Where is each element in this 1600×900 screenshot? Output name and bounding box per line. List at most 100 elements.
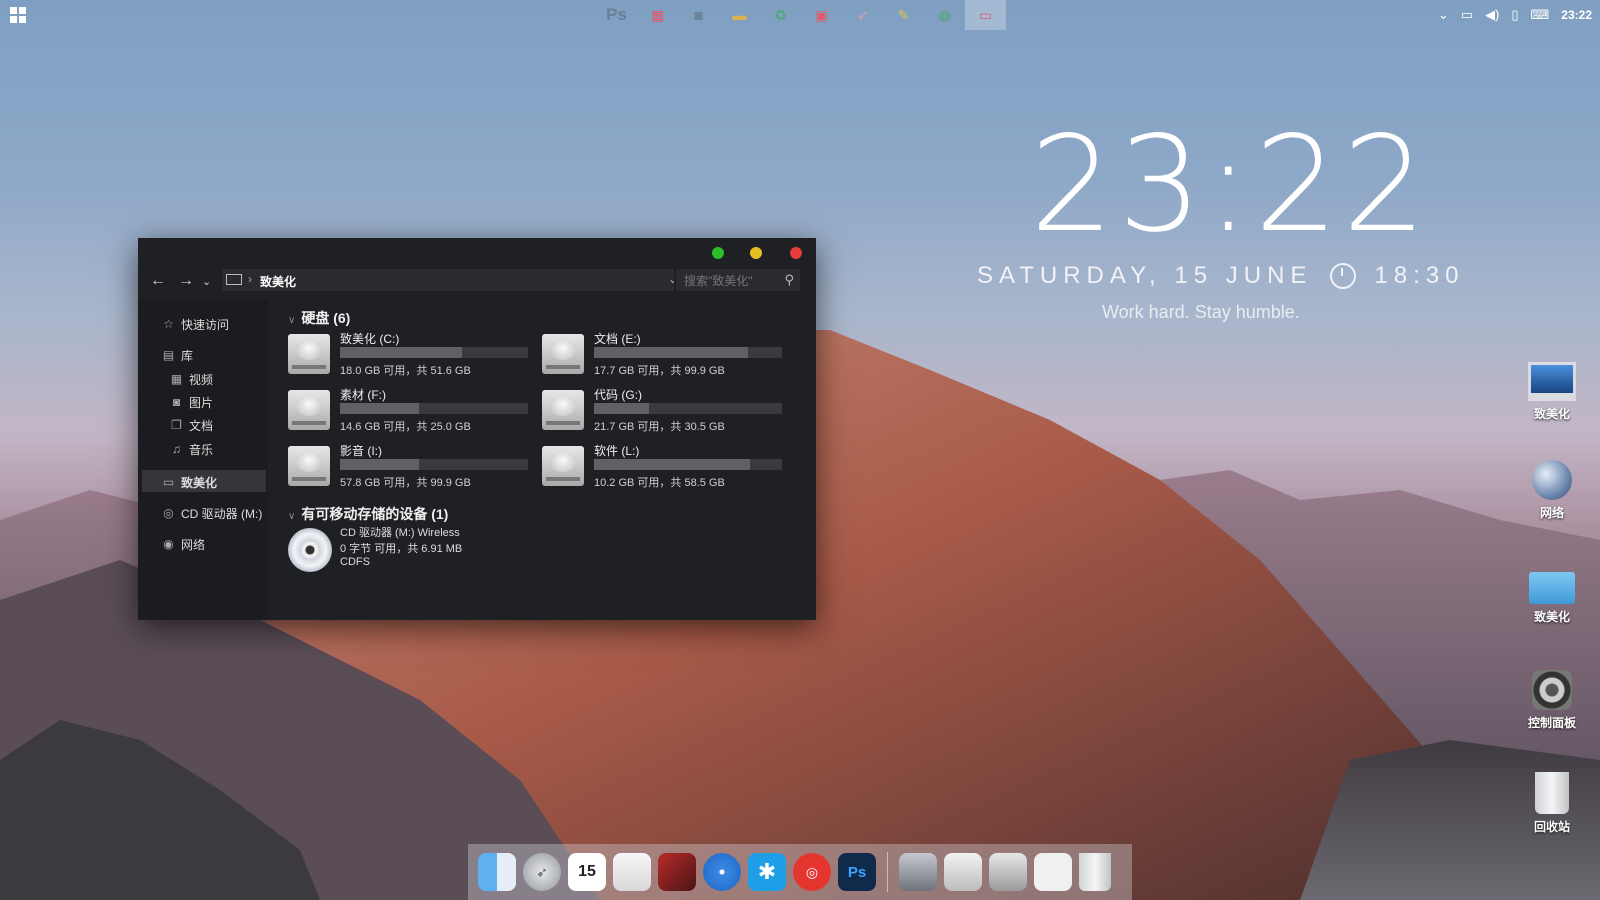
library-icon: ▤ xyxy=(162,348,175,362)
sidebar-item-library[interactable]: ▤ 库 xyxy=(162,347,193,364)
sidebar-item-label: 致美化 xyxy=(181,476,218,490)
cd-drive-item[interactable]: CD 驱动器 (M:) Wireless 0 字节 可用，共 6.91 MB C… xyxy=(288,524,588,576)
image-quicklaunch-icon[interactable]: ▣ xyxy=(801,0,842,30)
drive-name: 代码 (G:) xyxy=(594,388,642,402)
sidebar-item-music[interactable]: ♫ 音乐 xyxy=(170,441,213,458)
sidebar-item-label: 库 xyxy=(181,349,194,363)
close-button[interactable] xyxy=(790,247,802,259)
cd-drive-name: CD 驱动器 (M:) Wireless xyxy=(340,527,460,539)
safari-icon[interactable] xyxy=(703,853,741,891)
chevron-down-icon[interactable]: ⌄ xyxy=(1438,7,1449,23)
drive-item[interactable]: 影音 (I:) 57.8 GB 可用，共 99.9 GB xyxy=(288,442,528,492)
camera-icon: ◙ xyxy=(172,395,181,409)
sidebar-item-documents[interactable]: ❐ 文档 xyxy=(170,417,213,434)
recent-locations-chevron-icon[interactable]: ⌄ xyxy=(202,275,211,288)
star-app-icon[interactable]: ✱ xyxy=(748,853,786,891)
drive-name: 影音 (I:) xyxy=(340,444,382,458)
back-arrow-icon[interactable]: ← xyxy=(150,272,166,290)
recycle-quicklaunch-icon[interactable]: ♻ xyxy=(760,0,801,30)
desktop-icon-recycle-bin[interactable]: 回收站 xyxy=(1512,772,1592,835)
collapse-chevron-icon[interactable]: ∨ xyxy=(288,315,295,326)
computer-icon xyxy=(226,274,242,285)
slides-icon[interactable] xyxy=(989,853,1027,891)
desktop-clock: 23:22 xyxy=(1030,108,1431,262)
top-taskbar: Ps ▦ ◙ ▬ ♻ ▣ ➶ ✎ ◍ ▭ ⌄ ▭ ◀) ▯ ⌨ 23:22 xyxy=(0,0,1600,30)
pencil-quicklaunch-icon[interactable]: ✎ xyxy=(883,0,924,30)
cd-disc-icon xyxy=(288,528,332,572)
calendar-icon[interactable]: 15 xyxy=(568,853,606,891)
tray-clock[interactable]: 23:22 xyxy=(1561,8,1592,22)
desktop-quicklaunch-icon[interactable]: ▭ xyxy=(965,0,1006,30)
windows-start-icon[interactable] xyxy=(10,7,26,23)
dock: ➶ 15 ✱ ◎ Ps xyxy=(468,844,1132,900)
collapse-chevron-icon[interactable]: ∨ xyxy=(288,511,295,522)
cd-drive-filesystem: CDFS xyxy=(340,556,370,568)
keyboard-icon[interactable]: ⌨ xyxy=(1531,7,1550,23)
drive-usage-bar xyxy=(594,347,782,358)
desktop-icon-control-panel[interactable]: 控制面板 xyxy=(1512,670,1592,731)
netease-music-icon[interactable]: ◎ xyxy=(793,853,831,891)
photoshop-icon[interactable]: Ps xyxy=(838,853,876,891)
sidebar-item-label: 视频 xyxy=(189,373,214,387)
sidebar-item-videos[interactable]: ▦ 视频 xyxy=(170,371,213,388)
dock-separator xyxy=(887,852,888,892)
drive-item[interactable]: 素材 (F:) 14.6 GB 可用，共 25.0 GB xyxy=(288,386,528,436)
drive-item[interactable]: 软件 (L:) 10.2 GB 可用，共 58.5 GB xyxy=(542,442,782,492)
folder-quicklaunch-icon[interactable]: ▬ xyxy=(719,0,760,30)
search-box[interactable]: ⚲ xyxy=(674,269,800,291)
sidebar-item-this-pc[interactable]: ▭ 致美化 xyxy=(162,474,217,491)
drive-usage-bar xyxy=(594,459,782,470)
finder-icon[interactable] xyxy=(478,853,516,891)
drive-space-info: 14.6 GB 可用，共 25.0 GB xyxy=(340,421,471,433)
forward-arrow-icon[interactable]: → xyxy=(178,272,194,290)
settings-gear-icon xyxy=(1532,670,1572,710)
camera-quicklaunch-icon[interactable]: ◙ xyxy=(678,0,719,30)
drive-space-info: 21.7 GB 可用，共 30.5 GB xyxy=(594,421,725,433)
photoshop-quicklaunch-icon[interactable]: Ps xyxy=(596,0,637,30)
volume-icon[interactable]: ◀) xyxy=(1485,7,1499,23)
breadcrumb[interactable]: 致美化 xyxy=(260,273,296,290)
chrome-quicklaunch-icon[interactable]: ◍ xyxy=(924,0,965,30)
search-icon[interactable]: ⚲ xyxy=(784,272,794,288)
drive-usage-fill xyxy=(340,459,419,470)
preview-icon[interactable] xyxy=(944,853,982,891)
battery-icon[interactable]: ▯ xyxy=(1511,7,1518,23)
drive-item[interactable]: 致美化 (C:) 18.0 GB 可用，共 51.6 GB xyxy=(288,330,528,380)
document-icon[interactable] xyxy=(1034,853,1072,891)
launchpad-icon[interactable]: ➶ xyxy=(523,853,561,891)
minimize-button[interactable] xyxy=(750,247,762,259)
desktop-icon-user-folder[interactable]: 致美化 xyxy=(1512,564,1592,625)
drive-item[interactable]: 代码 (G:) 21.7 GB 可用，共 30.5 GB xyxy=(542,386,782,436)
drive-space-info: 10.2 GB 可用，共 58.5 GB xyxy=(594,477,725,489)
layout-quicklaunch-icon[interactable]: ▦ xyxy=(637,0,678,30)
hard-drive-icon xyxy=(288,334,330,374)
automator-icon[interactable] xyxy=(899,853,937,891)
file-explorer-window: ← → ⌄ › 致美化 ⌄ ↻ ⚲ ☆快速访问 ▤库 ▦视频 ◙图片 ❐文档 ♫… xyxy=(138,238,816,620)
group-header-label: 有可移动存储的设备 (1) xyxy=(301,506,449,522)
sidebar-item-pictures[interactable]: ◙ 图片 xyxy=(170,394,213,411)
drive-item[interactable]: 文档 (E:) 17.7 GB 可用，共 99.9 GB xyxy=(542,330,782,380)
alarm-time: 18:30 xyxy=(1374,262,1465,289)
desktop-icon-network[interactable]: 网络 xyxy=(1512,460,1592,521)
removable-group-header[interactable]: ∨ 有可移动存储的设备 (1) xyxy=(288,504,448,524)
hard-drive-icon xyxy=(542,334,584,374)
desktop-icon-this-pc[interactable]: 致美化 xyxy=(1512,356,1592,422)
photo-booth-icon[interactable] xyxy=(658,853,696,891)
drive-usage-bar xyxy=(594,403,782,414)
maximize-button[interactable] xyxy=(712,247,724,259)
sidebar-item-cd-drive[interactable]: ◎ CD 驱动器 (M:) xyxy=(162,505,262,522)
star-icon: ☆ xyxy=(163,317,174,331)
search-input[interactable] xyxy=(682,271,778,290)
drive-usage-fill xyxy=(594,459,751,470)
disc-icon: ◎ xyxy=(163,506,174,520)
trash-icon[interactable] xyxy=(1079,853,1111,891)
sidebar-item-quick-access[interactable]: ☆ 快速访问 xyxy=(162,316,229,333)
network-tray-icon[interactable]: ▭ xyxy=(1461,7,1473,23)
drive-name: 素材 (F:) xyxy=(340,388,386,402)
window-titlebar[interactable] xyxy=(138,238,816,266)
notes-icon[interactable] xyxy=(613,853,651,891)
cd-drive-space: 0 字节 可用，共 6.91 MB xyxy=(340,543,463,555)
rocket-quicklaunch-icon[interactable]: ➶ xyxy=(842,0,883,30)
sidebar-item-network[interactable]: ◉ 网络 xyxy=(162,536,205,553)
hard-disks-group-header[interactable]: ∨ 硬盘 (6) xyxy=(288,308,350,328)
